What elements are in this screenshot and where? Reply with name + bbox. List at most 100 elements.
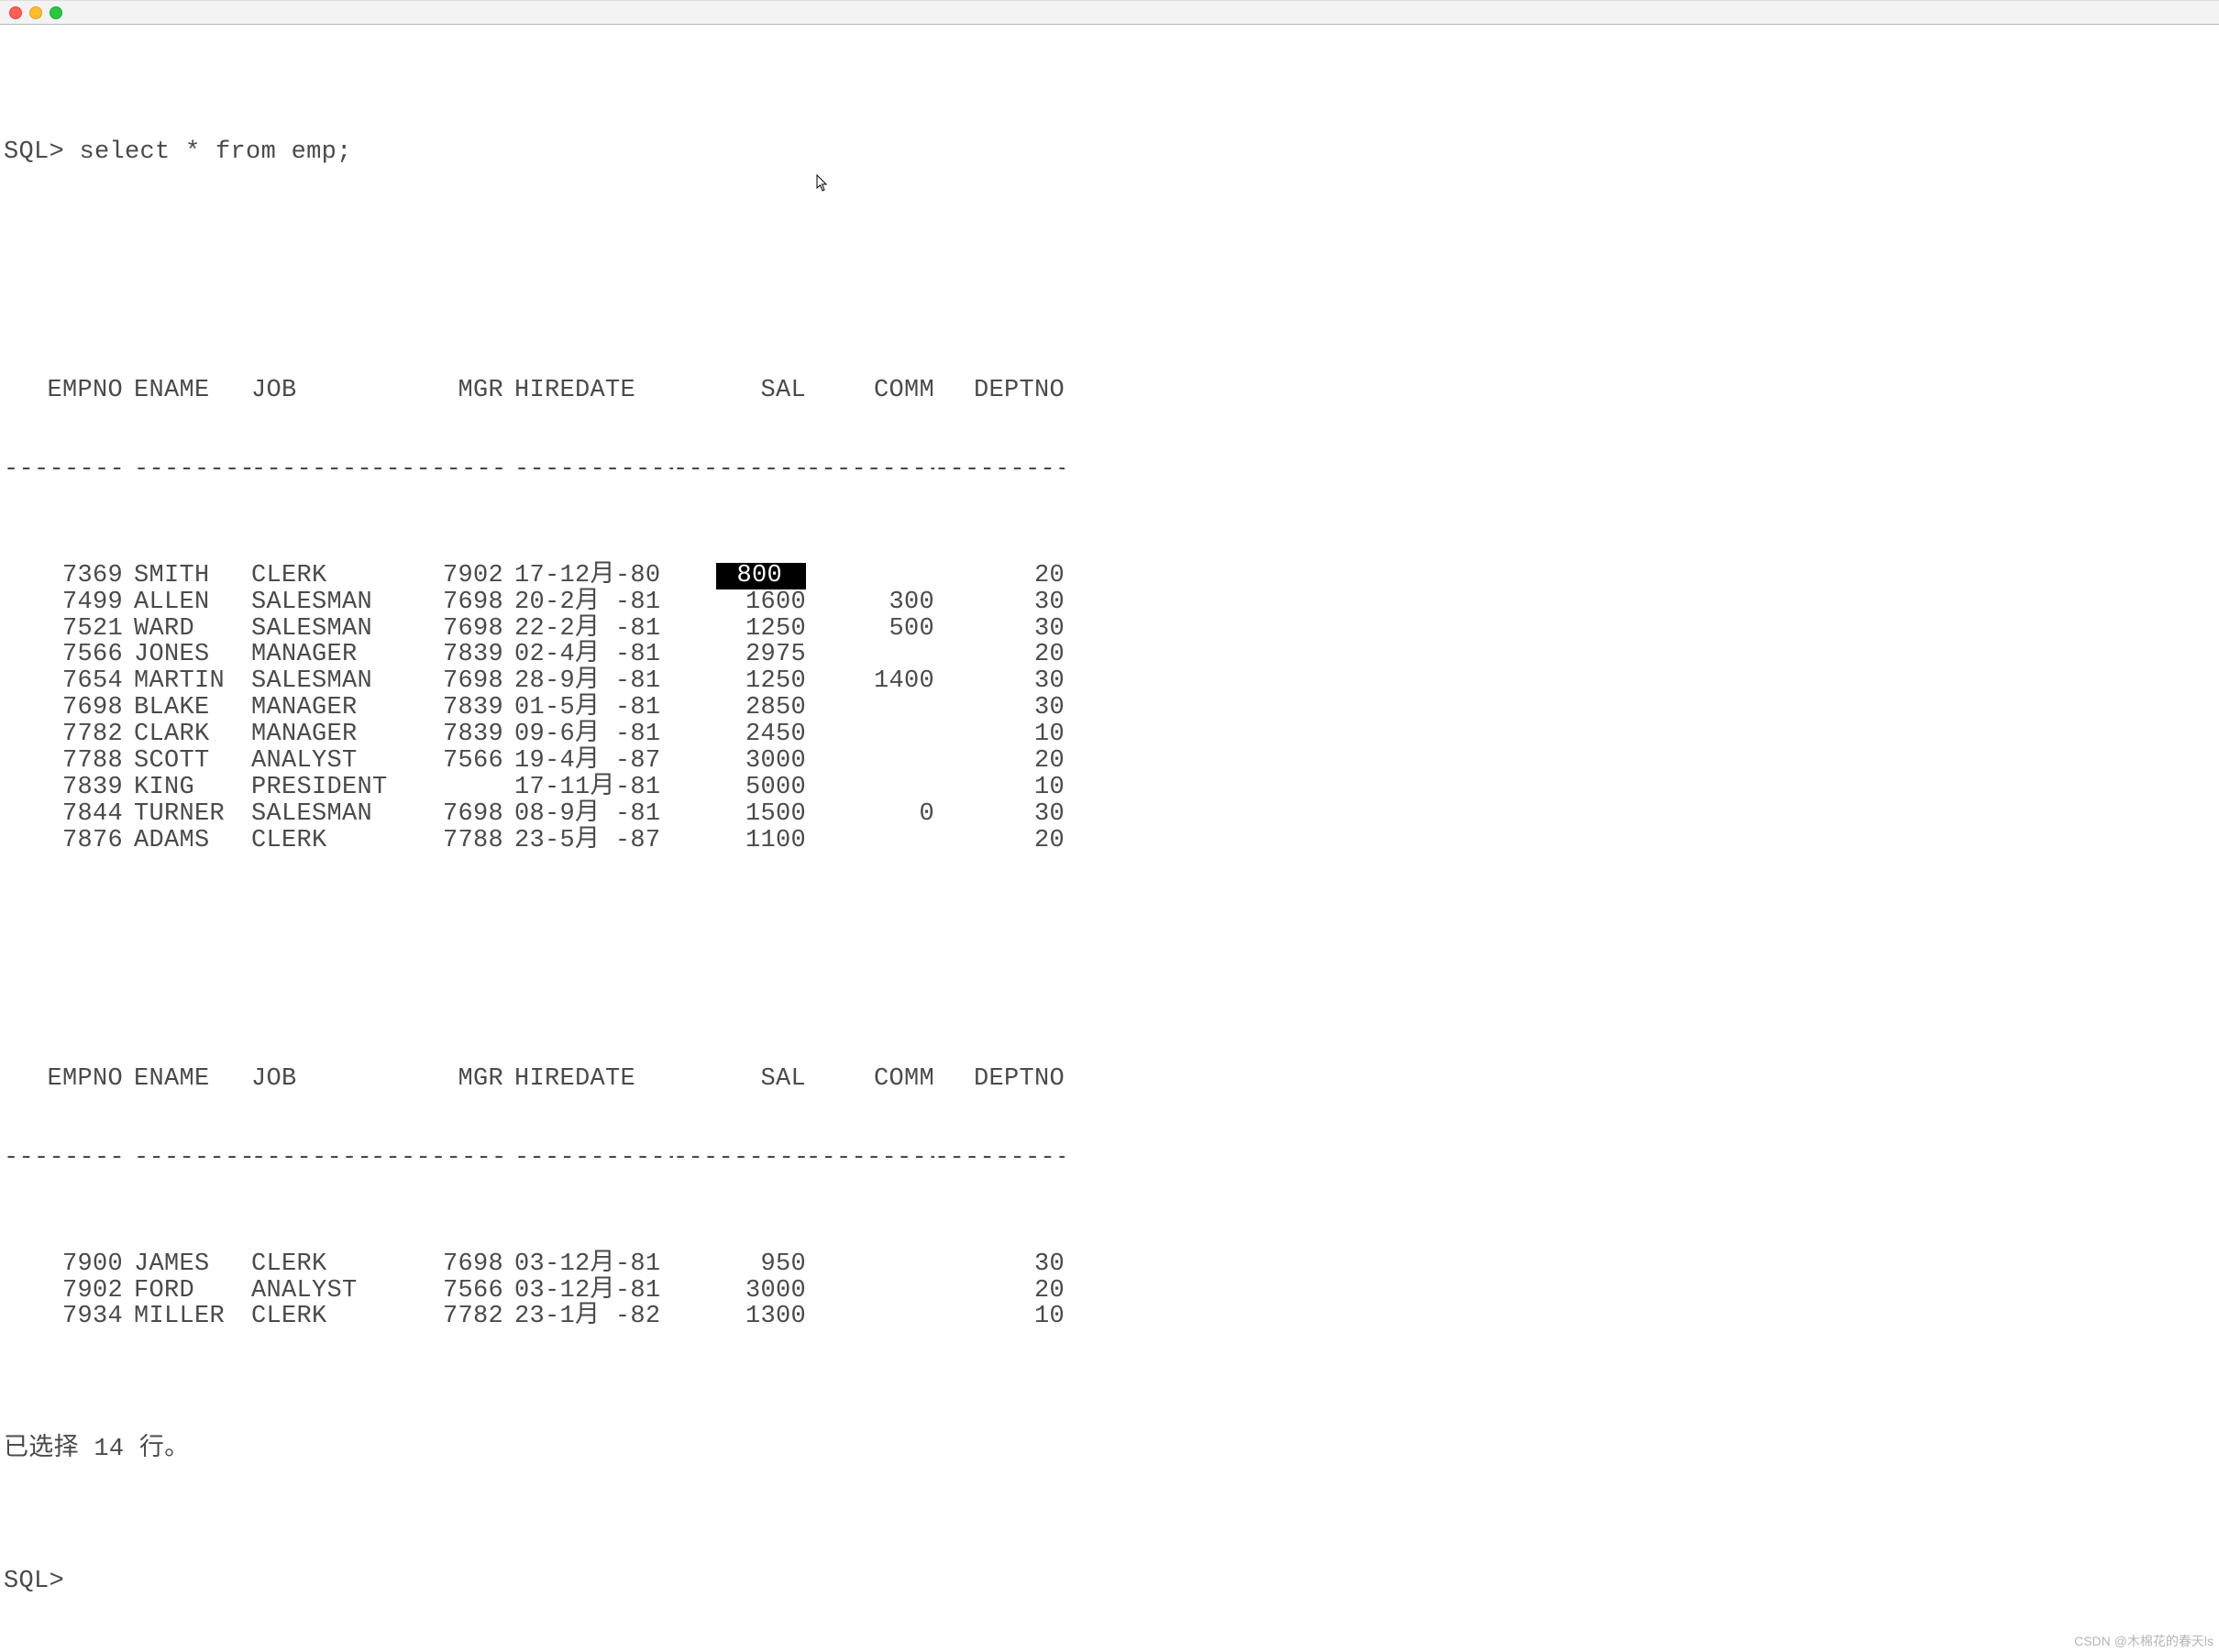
col-header-hiredate: HIREDATE: [503, 1066, 673, 1093]
cell-sal: 1100: [673, 828, 806, 854]
cell-hiredate: 23-1月 -82: [503, 1304, 673, 1330]
cell-empno: 7839: [4, 775, 123, 801]
cell-comm: [806, 1304, 934, 1330]
cell-empno: 7844: [4, 801, 123, 828]
minimize-icon[interactable]: [29, 6, 42, 19]
table-header-row: EMPNO ENAME JOB MGR HIREDATE SAL COMM DE…: [4, 378, 2215, 404]
col-header-comm: COMM: [806, 1066, 934, 1093]
col-header-comm: COMM: [806, 378, 934, 404]
watermark-text: CSDN @木棉花的春天ls: [2074, 1635, 2213, 1648]
cell-hiredate: 28-9月 -81: [503, 668, 673, 695]
cell-mgr: 7566: [370, 1278, 503, 1305]
cell-hiredate: 08-9月 -81: [503, 801, 673, 828]
col-header-deptno: DEPTNO: [934, 1066, 1065, 1093]
cell-sal: 2850: [673, 695, 806, 721]
cell-mgr: 7839: [370, 642, 503, 668]
maximize-icon[interactable]: [50, 6, 62, 19]
cell-job: CLERK: [251, 1304, 370, 1330]
cell-comm: [806, 695, 934, 721]
highlighted-sal[interactable]: 800: [716, 563, 806, 589]
cell-job: CLERK: [251, 1251, 370, 1278]
cell-deptno: 20: [934, 563, 1065, 589]
cell-deptno: 20: [934, 828, 1065, 854]
cell-job: MANAGER: [251, 642, 370, 668]
table-row: 7839KINGPRESIDENT17-11月-81500010: [4, 775, 2215, 801]
cell-ename: ADAMS: [123, 828, 251, 854]
cell-mgr: 7788: [370, 828, 503, 854]
cell-sal: 1500: [673, 801, 806, 828]
cell-empno: 7654: [4, 668, 123, 695]
table-row: 7369SMITHCLERK790217-12月-8080020: [4, 563, 2215, 589]
cell-ename: KING: [123, 775, 251, 801]
table-row: 7566JONESMANAGER783902-4月 -81297520: [4, 642, 2215, 668]
cell-mgr: 7566: [370, 748, 503, 775]
col-header-empno: EMPNO: [4, 1066, 123, 1093]
cell-comm: [806, 828, 934, 854]
table-row: 7934MILLERCLERK778223-1月 -82130010: [4, 1304, 2215, 1330]
col-header-deptno: DEPTNO: [934, 378, 1065, 404]
close-icon[interactable]: [9, 6, 22, 19]
cell-empno: 7369: [4, 563, 123, 589]
cell-empno: 7698: [4, 695, 123, 721]
cell-sal: 1250: [673, 616, 806, 643]
cell-hiredate: 19-4月 -87: [503, 748, 673, 775]
table-separator-row: ---------- ---------- --------- --------…: [4, 1145, 2215, 1172]
cell-job: CLERK: [251, 563, 370, 589]
cell-mgr: [370, 775, 503, 801]
col-header-hiredate: HIREDATE: [503, 378, 673, 404]
cell-sal: 2975: [673, 642, 806, 668]
col-header-sal: SAL: [673, 1066, 806, 1093]
cell-job: ANALYST: [251, 748, 370, 775]
sql-query: select * from emp;: [80, 138, 352, 166]
cell-ename: SCOTT: [123, 748, 251, 775]
cell-mgr: 7782: [370, 1304, 503, 1330]
cell-comm: [806, 748, 934, 775]
cell-deptno: 30: [934, 616, 1065, 643]
cell-ename: BLAKE: [123, 695, 251, 721]
cell-deptno: 20: [934, 1278, 1065, 1305]
cell-ename: MARTIN: [123, 668, 251, 695]
table-row: 7499ALLENSALESMAN769820-2月 -81160030030: [4, 589, 2215, 616]
cell-empno: 7521: [4, 616, 123, 643]
cell-comm: [806, 1278, 934, 1305]
cell-mgr: 7839: [370, 721, 503, 748]
cell-hiredate: 20-2月 -81: [503, 589, 673, 616]
table-row: 7698BLAKEMANAGER783901-5月 -81285030: [4, 695, 2215, 721]
table-row: 7876ADAMSCLERK778823-5月 -87110020: [4, 828, 2215, 854]
cell-hiredate: 22-2月 -81: [503, 616, 673, 643]
table-row: 7521WARDSALESMAN769822-2月 -81125050030: [4, 616, 2215, 643]
cell-job: MANAGER: [251, 695, 370, 721]
cell-ename: TURNER: [123, 801, 251, 828]
cell-mgr: 7698: [370, 668, 503, 695]
window-titlebar: [0, 0, 2219, 25]
col-header-sal: SAL: [673, 378, 806, 404]
cell-deptno: 20: [934, 642, 1065, 668]
cell-mgr: 7698: [370, 616, 503, 643]
table-row: 7902FORDANALYST756603-12月-81300020: [4, 1278, 2215, 1305]
cell-sal: 5000: [673, 775, 806, 801]
cell-empno: 7566: [4, 642, 123, 668]
cell-job: PRESIDENT: [251, 775, 370, 801]
sql-prompt-empty: SQL>: [4, 1569, 2215, 1595]
rows-selected-message: 已选择 14 行。: [4, 1437, 2215, 1463]
cell-deptno: 10: [934, 721, 1065, 748]
cell-deptno: 20: [934, 748, 1065, 775]
cell-deptno: 30: [934, 668, 1065, 695]
table-header-row: EMPNO ENAME JOB MGR HIREDATE SAL COMM DE…: [4, 1066, 2215, 1093]
col-header-job: JOB: [251, 1066, 370, 1093]
terminal-output[interactable]: SQL> select * from emp; EMPNO ENAME JOB …: [0, 25, 2219, 1652]
table-row: 7782CLARKMANAGER783909-6月 -81245010: [4, 721, 2215, 748]
cell-comm: 0: [806, 801, 934, 828]
cell-hiredate: 01-5月 -81: [503, 695, 673, 721]
cell-comm: [806, 775, 934, 801]
cell-sal: 800: [673, 563, 806, 589]
cell-deptno: 30: [934, 801, 1065, 828]
cell-hiredate: 02-4月 -81: [503, 642, 673, 668]
cell-ename: JAMES: [123, 1251, 251, 1278]
cell-hiredate: 09-6月 -81: [503, 721, 673, 748]
cell-comm: [806, 721, 934, 748]
cell-sal: 1600: [673, 589, 806, 616]
cell-ename: FORD: [123, 1278, 251, 1305]
cell-mgr: 7698: [370, 589, 503, 616]
cell-job: SALESMAN: [251, 801, 370, 828]
